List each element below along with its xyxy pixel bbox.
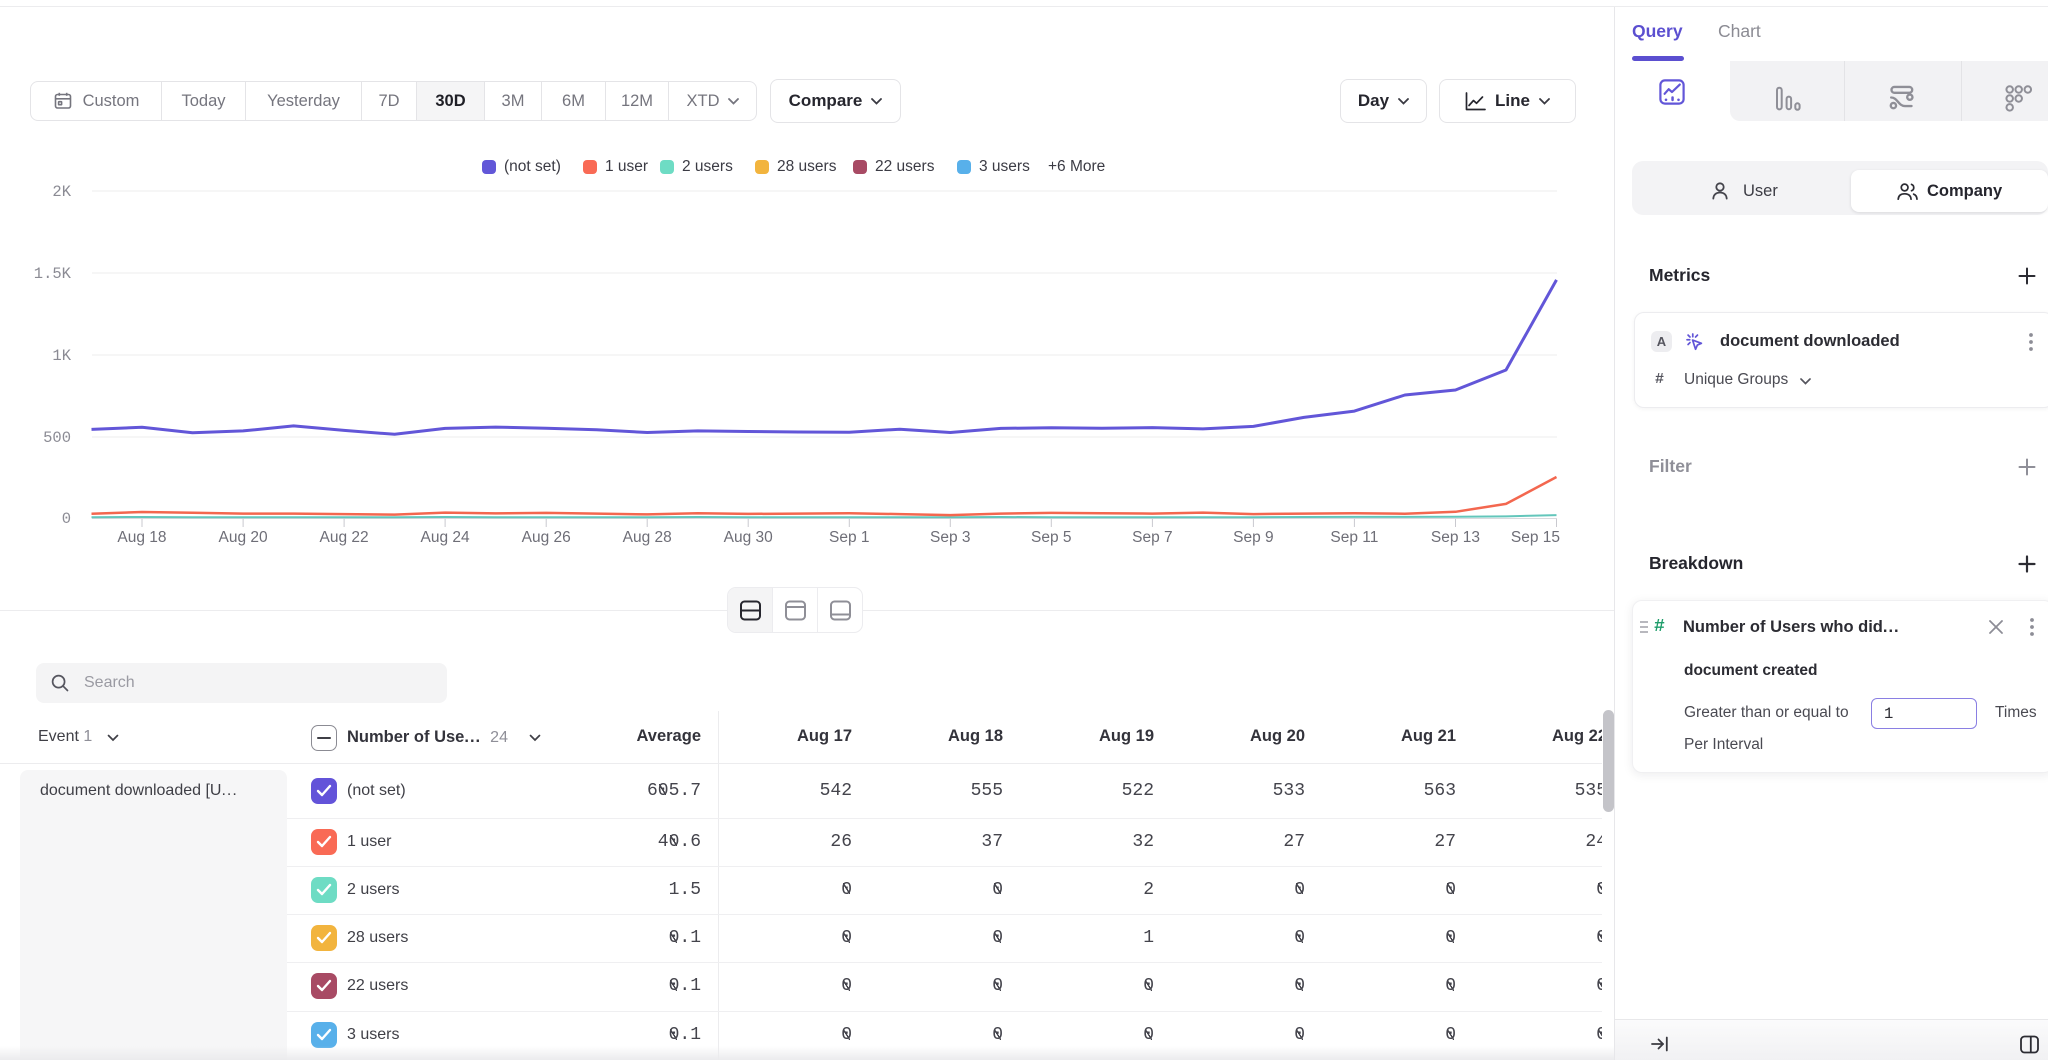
- svg-text:Sep 5: Sep 5: [1031, 529, 1072, 546]
- svg-text:0: 0: [62, 510, 71, 528]
- svg-text:Sep 15: Sep 15: [1511, 529, 1560, 546]
- svg-text:Sep 11: Sep 11: [1330, 529, 1378, 546]
- svg-text:Aug 20: Aug 20: [219, 529, 269, 546]
- svg-text:Sep 1: Sep 1: [829, 529, 870, 546]
- svg-text:1K: 1K: [52, 347, 71, 365]
- svg-text:Sep 7: Sep 7: [1132, 529, 1173, 546]
- svg-text:Sep 9: Sep 9: [1233, 529, 1274, 546]
- svg-text:Aug 24: Aug 24: [421, 529, 471, 546]
- svg-text:1.5K: 1.5K: [34, 265, 72, 283]
- svg-text:Aug 22: Aug 22: [320, 529, 369, 546]
- svg-text:Sep 13: Sep 13: [1431, 529, 1480, 546]
- svg-text:Aug 28: Aug 28: [623, 529, 672, 546]
- svg-text:Aug 26: Aug 26: [522, 529, 571, 546]
- svg-text:500: 500: [43, 429, 71, 447]
- svg-text:Aug 30: Aug 30: [724, 529, 774, 546]
- svg-text:2K: 2K: [52, 183, 71, 201]
- svg-text:Aug 18: Aug 18: [117, 529, 166, 546]
- svg-text:Sep 3: Sep 3: [930, 529, 971, 546]
